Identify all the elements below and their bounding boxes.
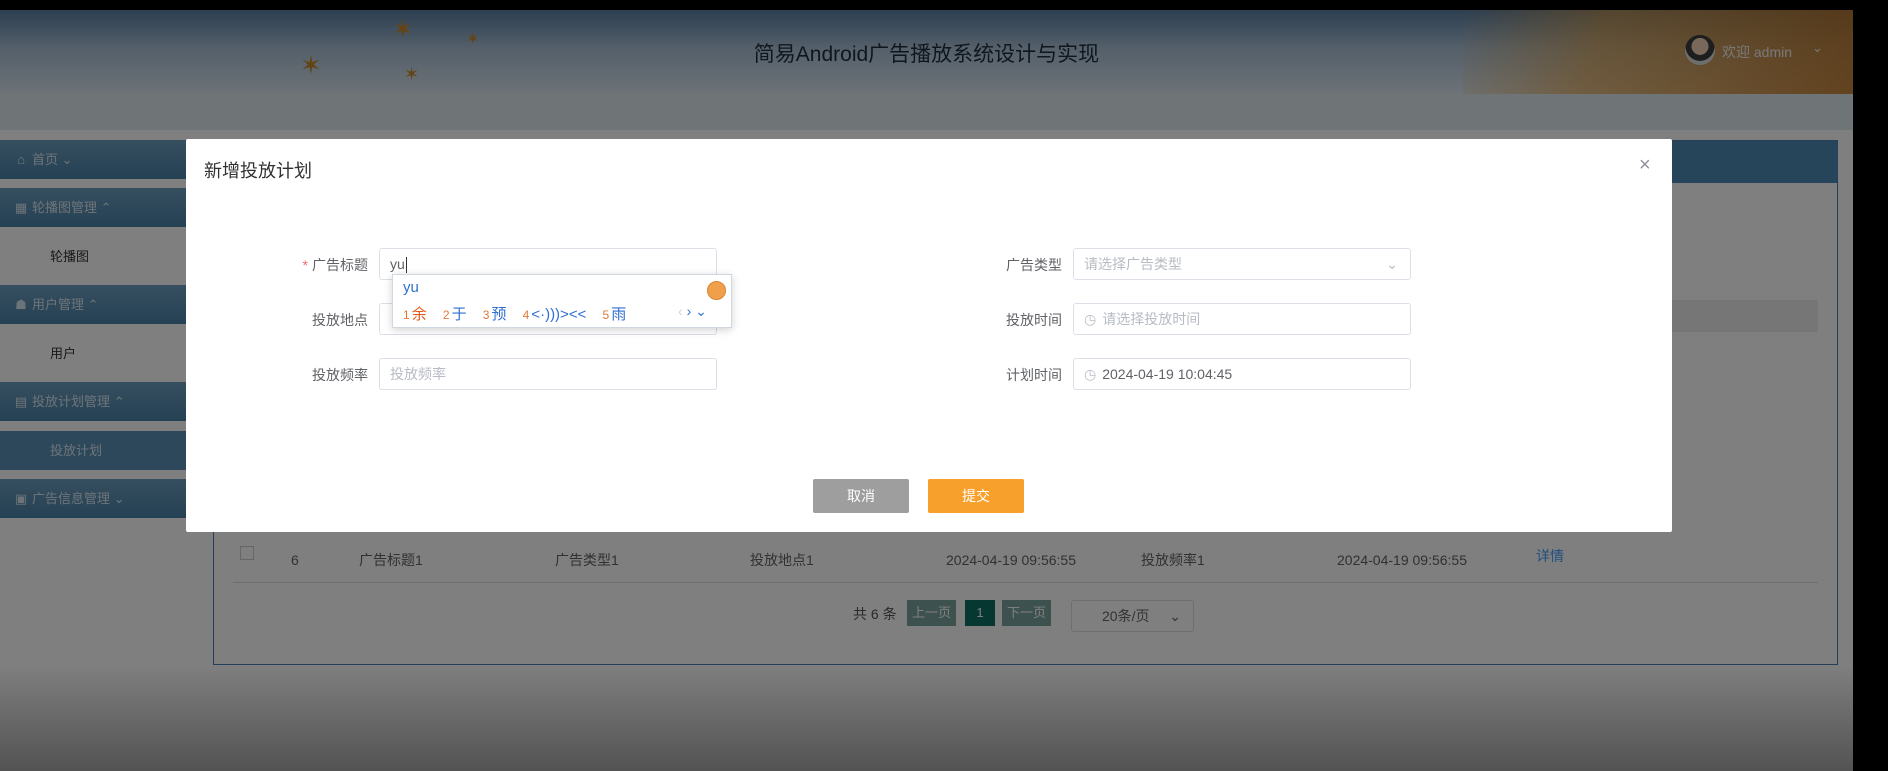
add-plan-dialog: 新增投放计划 × * 广告标题 yu 投放地点 投放频率 投放频率 广告类型 请选… xyxy=(186,139,1672,532)
location-label: 投放地点 xyxy=(312,312,368,328)
candidate-number: 3 xyxy=(482,308,490,322)
clock-icon: ◷ xyxy=(1084,366,1097,382)
chevron-down-icon: ⌄ xyxy=(1386,256,1398,272)
submit-button[interactable]: 提交 xyxy=(928,479,1024,513)
candidate-number: 4 xyxy=(522,308,530,322)
ime-candidate[interactable]: <·)))><< xyxy=(531,306,586,323)
screen: ✶ ✶ ✶ ✶ 简易Android广告播放系统设计与实现 欢迎 admin ⌄ … xyxy=(0,0,1888,771)
clock-icon: ◷ xyxy=(1084,311,1097,327)
plan-time-label: 计划时间 xyxy=(1006,367,1062,383)
delivery-time-placeholder: 请选择投放时间 xyxy=(1102,311,1201,327)
ad-title-value: yu xyxy=(390,256,405,272)
frequency-label: 投放频率 xyxy=(312,367,368,383)
frequency-placeholder: 投放频率 xyxy=(390,366,446,382)
ime-candidate[interactable]: 余 xyxy=(412,306,427,323)
close-icon[interactable]: × xyxy=(1639,154,1651,177)
ime-candidate-popup: yu 1余 2于 3预 4 <·)))><< 5雨 ‹ › ⌄ xyxy=(392,274,732,328)
ime-candidate-list: 1余 2于 3预 4 <·)))><< 5雨 xyxy=(403,303,638,324)
chevron-down-icon[interactable]: ⌄ xyxy=(695,303,707,319)
ime-nav: ‹ › ⌄ xyxy=(678,303,707,320)
ad-title-label: * 广告标题 xyxy=(248,255,368,275)
ad-type-select[interactable]: 请选择广告类型 ⌄ xyxy=(1073,248,1411,280)
ime-candidate[interactable]: 预 xyxy=(491,306,506,323)
ad-type-label: 广告类型 xyxy=(1006,257,1062,273)
dialog-title: 新增投放计划 xyxy=(204,161,312,181)
candidate-number: 2 xyxy=(442,308,450,322)
text-cursor xyxy=(405,257,407,274)
ime-candidate[interactable]: 雨 xyxy=(611,306,626,323)
plan-time-value: 2024-04-19 10:04:45 xyxy=(1102,366,1233,382)
ad-type-placeholder: 请选择广告类型 xyxy=(1084,256,1182,272)
delivery-time-picker[interactable]: ◷ 请选择投放时间 xyxy=(1073,303,1411,335)
delivery-time-label: 投放时间 xyxy=(1006,312,1062,328)
ime-composition: yu xyxy=(403,279,419,296)
chevron-right-icon[interactable]: › xyxy=(687,303,692,319)
right-black-strip xyxy=(1853,0,1888,771)
bottom-shade xyxy=(0,665,1853,771)
chevron-left-icon[interactable]: ‹ xyxy=(678,303,683,319)
frequency-input[interactable]: 投放频率 xyxy=(379,358,717,390)
ad-title-label-text: 广告标题 xyxy=(312,257,368,273)
candidate-number: 1 xyxy=(403,308,410,322)
plan-time-picker[interactable]: ◷ 2024-04-19 10:04:45 xyxy=(1073,358,1411,390)
candidate-number: 5 xyxy=(602,308,610,322)
ime-candidate[interactable]: 于 xyxy=(452,306,467,323)
ime-logo-icon[interactable] xyxy=(707,281,726,300)
cancel-button[interactable]: 取消 xyxy=(813,479,909,513)
required-mark: * xyxy=(302,257,308,273)
